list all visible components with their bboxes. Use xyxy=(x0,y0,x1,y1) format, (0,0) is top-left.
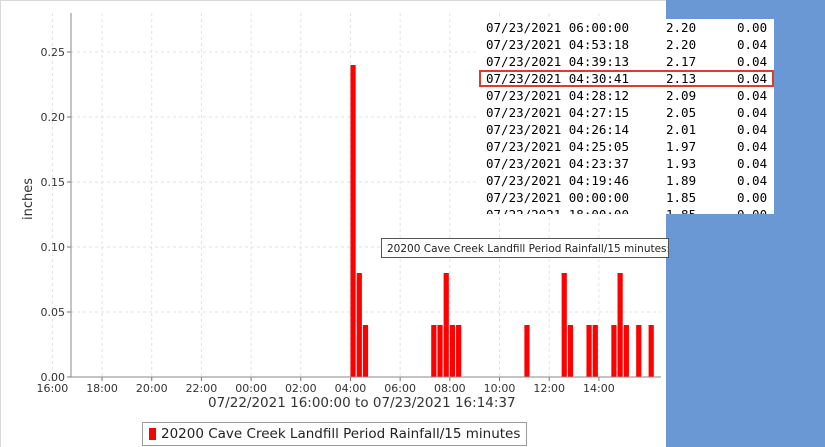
row-cumulative: 1.85 xyxy=(666,190,697,205)
table-row[interactable]: 07/22/2021 18:00:00 1.85 0.00 xyxy=(479,206,774,214)
rainfall-bar[interactable] xyxy=(356,273,362,377)
rainfall-bar[interactable] xyxy=(449,325,456,377)
row-increment: 0.04 xyxy=(737,156,768,171)
table-row[interactable]: 07/23/2021 04:39:13 2.17 0.04 xyxy=(479,53,774,70)
rainfall-bar[interactable] xyxy=(561,273,567,377)
rainfall-bar[interactable] xyxy=(623,325,629,377)
rainfall-bar[interactable] xyxy=(443,273,449,377)
row-increment: 0.04 xyxy=(737,88,768,103)
row-cumulative: 1.97 xyxy=(666,139,697,154)
rainfall-bar[interactable] xyxy=(586,325,592,377)
rainfall-bar[interactable] xyxy=(567,325,574,377)
row-datetime: 07/23/2021 04:26:14 xyxy=(486,122,629,137)
row-cumulative: 1.89 xyxy=(666,173,697,188)
row-datetime: 07/23/2021 04:27:15 xyxy=(486,105,629,120)
table-row[interactable]: 07/23/2021 04:27:15 2.05 0.04 xyxy=(479,104,774,121)
row-increment: 0.04 xyxy=(737,139,768,154)
table-row[interactable]: 07/23/2021 06:00:00 2.20 0.00 xyxy=(479,19,774,36)
row-increment: 0.04 xyxy=(737,105,768,120)
row-datetime: 07/23/2021 04:25:05 xyxy=(486,139,629,154)
row-cumulative: 2.17 xyxy=(666,54,697,69)
data-table[interactable]: 07/23/2021 06:00:00 2.20 0.00 07/23/2021 04… xyxy=(479,19,774,214)
x-tick-label: 08:00 xyxy=(434,382,466,395)
row-datetime: 07/23/2021 06:00:00 xyxy=(486,20,629,35)
x-tick-label: 04:00 xyxy=(335,382,367,395)
y-tick-label: 0.25 xyxy=(41,46,66,59)
legend[interactable]: 20200 Cave Creek Landfill Period Rainfal… xyxy=(142,422,528,446)
y-tick-label: 0.20 xyxy=(41,111,66,124)
x-tick-label: 14:00 xyxy=(583,382,615,395)
row-cumulative: 2.20 xyxy=(666,20,697,35)
x-tick-label: 06:00 xyxy=(384,382,416,395)
table-row[interactable]: 07/23/2021 04:28:12 2.09 0.04 xyxy=(479,87,774,104)
time-range-label: 07/22/2021 16:00:00 to 07/23/2021 16:14:… xyxy=(208,395,516,411)
x-tick-label: 18:00 xyxy=(86,382,118,395)
row-cumulative: 2.13 xyxy=(666,71,697,86)
row-increment: 0.04 xyxy=(737,54,768,69)
row-datetime: 07/23/2021 04:19:46 xyxy=(486,173,629,188)
table-row[interactable]: 07/23/2021 04:26:14 2.01 0.04 xyxy=(479,121,774,138)
legend-label: 20200 Cave Creek Landfill Period Rainfal… xyxy=(161,426,521,442)
x-tick-label: 10:00 xyxy=(484,382,516,395)
row-cumulative: 1.85 xyxy=(666,206,696,214)
row-increment: 0.04 xyxy=(737,122,768,137)
table-row[interactable]: 07/23/2021 04:53:18 2.20 0.04 xyxy=(479,36,774,53)
row-datetime: 07/23/2021 04:28:12 xyxy=(486,88,629,103)
rainfall-bar[interactable] xyxy=(611,325,617,377)
legend-swatch xyxy=(149,428,156,440)
table-row[interactable]: 07/23/2021 04:25:05 1.97 0.04 xyxy=(479,138,774,155)
x-tick-label: 20:00 xyxy=(136,382,168,395)
row-increment: 0.04 xyxy=(737,173,768,188)
rainfall-bar[interactable] xyxy=(437,325,443,377)
rainfall-bar[interactable] xyxy=(431,325,437,377)
row-increment: 0.04 xyxy=(737,37,768,52)
table-row[interactable]: 07/23/2021 04:23:37 1.93 0.04 xyxy=(479,155,774,172)
row-datetime: 07/23/2021 04:39:13 xyxy=(486,54,629,69)
row-datetime: 07/23/2021 00:00:00 xyxy=(486,190,629,205)
x-tick-label: 22:00 xyxy=(186,382,218,395)
row-increment: 0.04 xyxy=(737,71,768,86)
y-tick-label: 0.05 xyxy=(41,306,66,319)
table-row[interactable]: 07/23/2021 04:30:41 2.13 0.04 xyxy=(479,70,774,87)
row-increment: 0.00 xyxy=(737,190,768,205)
y-tick-label: 0.10 xyxy=(41,241,66,254)
rainfall-bar[interactable] xyxy=(456,325,462,377)
bar-tooltip: 20200 Cave Creek Landfill Period Rainfal… xyxy=(381,238,669,258)
rainfall-bar[interactable] xyxy=(592,325,598,377)
row-cumulative: 2.20 xyxy=(666,37,697,52)
row-cumulative: 2.01 xyxy=(666,122,697,137)
row-increment: 0.00 xyxy=(737,20,768,35)
row-datetime: 07/22/2021 18:00:00 xyxy=(486,206,629,214)
row-cumulative: 2.05 xyxy=(666,105,697,120)
x-tick-label: 12:00 xyxy=(533,382,565,395)
rainfall-bar[interactable] xyxy=(648,325,654,377)
x-tick-label: 16:00 xyxy=(37,382,69,395)
row-datetime: 07/23/2021 04:30:41 xyxy=(486,71,629,86)
row-datetime: 07/23/2021 04:53:18 xyxy=(486,37,629,52)
row-cumulative: 1.93 xyxy=(666,156,697,171)
rainfall-bar[interactable] xyxy=(636,325,642,377)
y-tick-label: 0.15 xyxy=(41,176,66,189)
row-increment: 0.00 xyxy=(737,206,767,214)
x-tick-label: 00:00 xyxy=(235,382,267,395)
rainfall-bar[interactable] xyxy=(362,325,369,377)
table-row[interactable]: 07/23/2021 00:00:00 1.85 0.00 xyxy=(479,189,774,206)
row-cumulative: 2.09 xyxy=(666,88,697,103)
x-tick-label: 02:00 xyxy=(285,382,317,395)
rainfall-bar[interactable] xyxy=(350,65,356,377)
table-row[interactable]: 07/23/2021 04:19:46 1.89 0.04 xyxy=(479,172,774,189)
rainfall-bar[interactable] xyxy=(617,273,623,377)
row-datetime: 07/23/2021 04:23:37 xyxy=(486,156,629,171)
y-axis-label: inches xyxy=(21,178,36,220)
rainfall-bar[interactable] xyxy=(524,325,530,377)
